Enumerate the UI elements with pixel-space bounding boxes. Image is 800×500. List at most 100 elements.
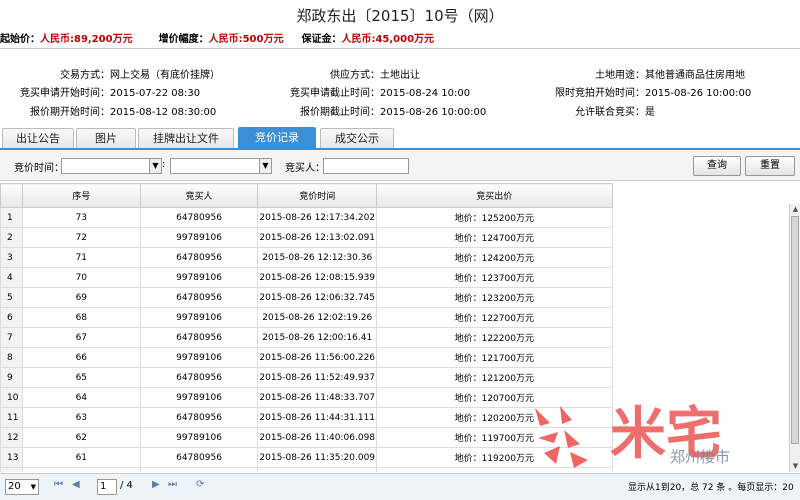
seq-cell: 63 <box>21 407 141 428</box>
table-row[interactable]: 3 71 64780956 2015-08-26 12:12:30.36 地价：1242… <box>0 247 789 268</box>
bid-price-cell: 地价：125200万元 <box>376 207 613 228</box>
bid-time-cell: 2015-08-26 11:52:49.937 <box>257 367 378 388</box>
apply-end-label: 竞买申请截止时间： <box>290 88 380 99</box>
table-row[interactable]: 1 73 64780956 2015-08-26 12:17:34.202 地价：125… <box>0 207 789 228</box>
bid-price-cell: 地价：120200万元 <box>376 407 613 428</box>
bid-time-cell: 2015-08-26 12:13:02.091 <box>257 227 378 248</box>
filler-cell <box>612 248 788 268</box>
apply-start-value: 2015-07-22 08:30 <box>110 88 201 99</box>
header-bid-price[interactable]: 竞买出价 <box>376 183 613 208</box>
row-number: 4 <box>0 267 23 288</box>
trade-method-value: 网上交易（有底价挂牌） <box>110 70 220 81</box>
table-row[interactable]: 13 61 64780956 2015-08-26 11:35:20.009 地价：11… <box>0 447 789 468</box>
bidder-cell: 64780956 <box>139 247 259 268</box>
bid-price-cell: 地价：122200万元 <box>376 327 613 348</box>
seq-cell: 71 <box>21 247 141 268</box>
prev-page-icon[interactable]: ◀ <box>72 479 80 490</box>
tab-announcement[interactable]: 出让公告 <box>2 128 74 148</box>
bid-price-cell: 地价：124200万元 <box>376 247 613 268</box>
bidder-cell: 64780956 <box>139 447 259 468</box>
increment-label: 增价幅度： <box>158 34 209 45</box>
quote-end-label: 报价期截止时间： <box>300 107 380 118</box>
seq-cell: 66 <box>21 347 141 368</box>
reset-button[interactable]: 重置 <box>745 156 795 176</box>
increment-value: 人民币:500万元 <box>208 34 284 45</box>
filler-cell <box>612 228 788 248</box>
table-row[interactable]: 8 66 99789106 2015-08-26 11:56:00.226 地价：121… <box>0 347 789 368</box>
start-price-value: 人民币:89,200万元 <box>40 34 133 45</box>
bidder-input[interactable] <box>323 158 409 174</box>
seq-cell: 69 <box>21 287 141 308</box>
filler-cell <box>612 308 788 328</box>
first-page-icon[interactable]: ⏮ <box>54 479 63 490</box>
tab-bid-records[interactable]: 竞价记录 <box>238 127 316 149</box>
supply-method: 供应方式：土地出让 <box>265 66 420 81</box>
filler-cell <box>612 388 788 408</box>
bid-time-start-select[interactable]: ▼ <box>61 158 162 174</box>
filler-cell <box>612 428 788 448</box>
vertical-scrollbar[interactable]: ▲ ▼ <box>789 204 800 472</box>
bid-time-cell: 2015-08-26 11:31:01.079 <box>257 467 378 472</box>
last-page-icon[interactable]: ⏭ <box>168 479 177 490</box>
table-row[interactable]: 4 70 99789106 2015-08-26 12:08:15.939 地价：123… <box>0 267 789 288</box>
scroll-down-icon[interactable]: ▼ <box>790 461 800 472</box>
bid-price-cell: 地价：120700万元 <box>376 387 613 408</box>
quote-start-label: 报价期开始时间： <box>30 107 110 118</box>
bidder-cell: 64780956 <box>139 327 259 348</box>
header-bid-time[interactable]: 竞价时间 <box>257 183 378 208</box>
tab-deal-publication[interactable]: 成交公示 <box>320 128 394 148</box>
table-row[interactable]: 7 67 64780956 2015-08-26 12:00:16.41 地价：1222… <box>0 327 789 348</box>
scroll-up-icon[interactable]: ▲ <box>790 204 800 215</box>
refresh-icon[interactable]: ⟳ <box>196 479 204 490</box>
supply-method-value: 土地出让 <box>380 70 420 81</box>
seq-cell: 70 <box>21 267 141 288</box>
seq-cell: 61 <box>21 447 141 468</box>
bid-price-cell: 地价：119700万元 <box>376 427 613 448</box>
bidder-cell: 99789106 <box>139 227 259 248</box>
table-row[interactable]: 12 62 99789106 2015-08-26 11:40:06.098 地价：11… <box>0 427 789 448</box>
bid-time-end-select[interactable]: ▼ <box>170 158 272 174</box>
next-page-icon[interactable]: ▶ <box>152 479 160 490</box>
joint-bid-value: 是 <box>645 107 655 118</box>
row-number: 10 <box>0 387 23 408</box>
tab-pictures[interactable]: 图片 <box>76 128 136 148</box>
row-number: 8 <box>0 347 23 368</box>
bidder-cell: 99789106 <box>139 347 259 368</box>
row-number: 3 <box>0 247 23 268</box>
page-title: 郑政东出〔2015〕10号（网） <box>296 7 504 25</box>
table-row[interactable]: 9 65 64780956 2015-08-26 11:52:49.937 地价：121… <box>0 367 789 388</box>
table-header-row: 序号 竞买人 竞价时间 竞买出价 <box>0 183 789 208</box>
chevron-down-icon: ▼ <box>30 483 36 491</box>
bidder-cell: 64780956 <box>139 407 259 428</box>
table-row[interactable]: 10 64 99789106 2015-08-26 11:48:33.707 地价：12… <box>0 387 789 408</box>
table-row[interactable]: 5 69 64780956 2015-08-26 12:06:32.745 地价：123… <box>0 287 789 308</box>
page-number-input[interactable]: 1 <box>97 479 117 495</box>
table-row[interactable]: 2 72 99789106 2015-08-26 12:13:02.091 地价：124… <box>0 227 789 248</box>
seq-cell: 67 <box>21 327 141 348</box>
table-row[interactable]: 11 63 64780956 2015-08-26 11:44:31.111 地价：12… <box>0 407 789 428</box>
header-bidder[interactable]: 竞买人 <box>139 183 259 208</box>
table-row[interactable]: 1460997891062015-08-26 11:31:01.079地价：11… <box>0 467 789 473</box>
table-row[interactable]: 6 68 99789106 2015-08-26 12:02:19.26 地价：1227… <box>0 307 789 328</box>
query-button[interactable]: 查询 <box>693 156 741 176</box>
bid-time-cell: 2015-08-26 12:00:16.41 <box>257 327 378 348</box>
filler-cell <box>612 448 788 468</box>
joint-bid: 允许联合竞买：是 <box>540 103 655 118</box>
row-number: 9 <box>0 367 23 388</box>
scroll-thumb[interactable] <box>791 216 799 444</box>
filter-bar: 竞价时间： ▼ : ▼ 竞买人： 查询 重置 <box>0 150 800 181</box>
filler-cell <box>612 368 788 388</box>
filler-cell <box>612 468 788 473</box>
header-seq[interactable]: 序号 <box>21 183 141 208</box>
bid-price-cell: 地价：122700万元 <box>376 307 613 328</box>
bid-price-cell: 地价：124700万元 <box>376 227 613 248</box>
divider <box>0 48 800 49</box>
deposit-label: 保证金： <box>301 34 342 45</box>
start-price-label: 起始价： <box>0 34 40 45</box>
filler-cell <box>612 288 788 308</box>
bidder-cell: 64780956 <box>139 287 259 308</box>
header-filler <box>612 183 789 208</box>
trade-method: 交易方式：网上交易（有底价挂牌） <box>0 66 220 81</box>
tab-listing-documents[interactable]: 挂牌出让文件 <box>138 128 234 148</box>
page-size-select[interactable]: 20 ▼ <box>5 479 39 495</box>
